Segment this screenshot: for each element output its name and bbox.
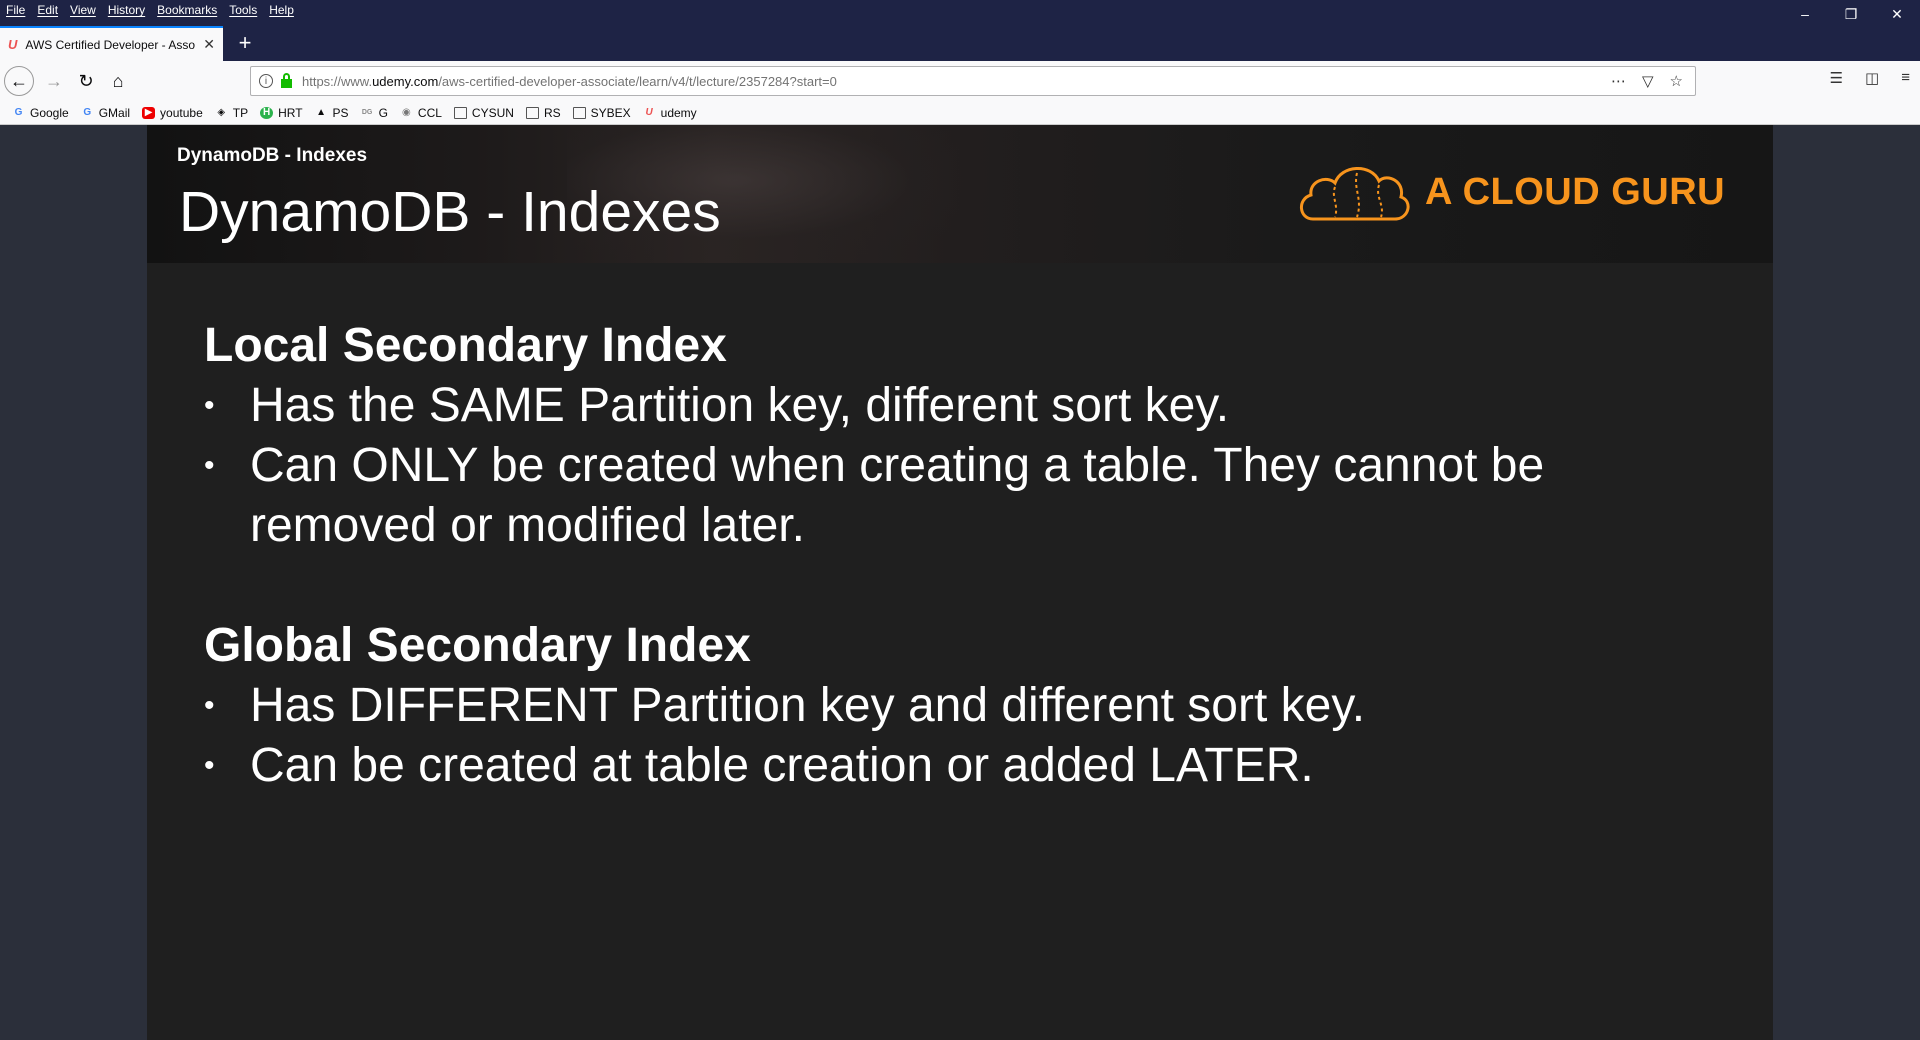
slide-title: DynamoDB - Indexes (179, 180, 721, 244)
url-domain: udemy.com (372, 73, 439, 89)
sidebar-icon[interactable]: ◫ (1865, 69, 1879, 87)
menu-history[interactable]: History (108, 3, 145, 17)
bullet-item: Has the SAME Partition key, different so… (204, 376, 1624, 436)
pocket-icon[interactable]: ▽ (1642, 72, 1654, 90)
bookmark-label: SYBEX (590, 105, 631, 120)
bookmark-rs[interactable]: RS (525, 105, 561, 120)
udemy-icon: U (645, 107, 653, 118)
slide-header: DynamoDB - Indexes DynamoDB - Indexes A … (147, 125, 1773, 263)
menu-help[interactable]: Help (269, 3, 294, 17)
g-icon: DG (361, 109, 373, 116)
bookmark-ps[interactable]: ▲ PS (315, 105, 349, 120)
lecture-title: DynamoDB - Indexes (177, 145, 368, 166)
menu-view[interactable]: View (70, 3, 96, 17)
tp-icon: ◈ (217, 107, 226, 118)
bookmarks-bar: G Google G GMail ▶ youtube ◈ TP H HRT ▲ PS DG G… (0, 101, 1920, 125)
ccl-icon: ◉ (402, 107, 411, 118)
home-button[interactable]: ⌂ (104, 67, 132, 95)
section-heading: Global Secondary Index (204, 619, 751, 672)
lock-icon (281, 72, 292, 88)
url-bar[interactable]: i https://www.udemy.com/aws-certified-de… (250, 66, 1696, 96)
bookmark-tp[interactable]: ◈ TP (215, 106, 248, 120)
google-icon: G (14, 107, 23, 118)
url-actions: ⋯ ▽ ☆ (1611, 72, 1683, 90)
bullet-item: Can ONLY be created when creating a tabl… (204, 436, 1624, 556)
menu-edit[interactable]: Edit (37, 3, 58, 17)
brand-text: A CLOUD GURU (1425, 170, 1726, 213)
url-prefix: https://www. (302, 73, 373, 89)
bullet-item: Can be created at table creation or adde… (204, 736, 1365, 796)
bookmark-label: G (378, 105, 388, 120)
brand-logo: A CLOUD GURU (1295, 159, 1725, 225)
video-slide[interactable]: DynamoDB - Indexes DynamoDB - Indexes A … (147, 125, 1773, 1040)
bookmark-sybex[interactable]: SYBEX (572, 105, 631, 120)
library-icon[interactable]: ☰ (1830, 69, 1843, 87)
tab-close-icon[interactable]: ✕ (203, 36, 215, 53)
folder-icon (525, 106, 539, 119)
menu-file[interactable]: File (6, 3, 25, 17)
bookmark-label: udemy (660, 105, 697, 120)
bookmark-google[interactable]: G Google (12, 106, 69, 120)
menu-list: File Edit View History Bookmarks Tools H… (6, 3, 294, 17)
bookmark-label: youtube (160, 105, 203, 120)
folder-icon (572, 106, 586, 119)
bookmark-label: HRT (278, 105, 303, 120)
hamburger-menu-icon[interactable]: ≡ (1901, 69, 1910, 87)
bookmark-label: GMail (98, 105, 131, 120)
page-content: DynamoDB - Indexes DynamoDB - Indexes A … (0, 125, 1920, 1040)
bookmark-cysun[interactable]: CYSUN (453, 105, 514, 120)
hrt-icon: H (260, 106, 274, 119)
section-heading: Local Secondary Index (204, 319, 727, 372)
more-actions-icon[interactable]: ⋯ (1611, 72, 1626, 90)
youtube-icon: ▶ (142, 106, 156, 119)
bookmark-hrt[interactable]: H HRT (260, 105, 303, 120)
tab-title: AWS Certified Developer - Asso (25, 37, 196, 52)
back-button[interactable]: ← (4, 66, 34, 96)
tab-active[interactable]: U AWS Certified Developer - Asso ✕ (0, 26, 223, 61)
bookmark-label: CYSUN (471, 105, 514, 120)
bullet-list: Has the SAME Partition key, different so… (204, 376, 1624, 556)
bullet-item: Has DIFFERENT Partition key and differen… (204, 676, 1365, 736)
reload-button[interactable]: ↻ (72, 67, 100, 95)
bookmark-label: CCL (417, 105, 442, 120)
bullet-list: Has DIFFERENT Partition key and differen… (204, 676, 1365, 796)
info-icon[interactable]: i (259, 74, 273, 88)
bookmark-g[interactable]: DG G (361, 106, 388, 120)
url-text[interactable]: https://www.udemy.com/aws-certified-deve… (302, 74, 1611, 89)
right-toolbar: ☰ ◫ ≡ (1830, 69, 1910, 87)
bookmark-star-icon[interactable]: ☆ (1670, 72, 1683, 90)
bookmark-label: Google (30, 105, 69, 120)
bookmark-youtube[interactable]: ▶ youtube (142, 106, 203, 120)
bookmark-label: TP (232, 105, 249, 120)
cloud-icon (1300, 167, 1410, 221)
section-local-secondary-index: Local Secondary Index Has the SAME Parti… (204, 316, 1624, 556)
bookmark-gmail[interactable]: G GMail (81, 106, 130, 120)
bookmark-label: RS (543, 105, 561, 120)
ps-icon: ▲ (316, 107, 326, 118)
tab-strip: U AWS Certified Developer - Asso ✕ + (0, 22, 1920, 61)
menu-bar: File Edit View History Bookmarks Tools H… (0, 0, 1920, 22)
menu-tools[interactable]: Tools (229, 3, 257, 17)
menu-bookmarks[interactable]: Bookmarks (157, 3, 217, 17)
bookmark-udemy[interactable]: Uudemy (643, 106, 697, 120)
url-path: /aws-certified-developer-associate/learn… (438, 73, 837, 89)
bookmark-ccl[interactable]: ◉ CCL (400, 106, 442, 120)
nav-toolbar: ← → ↻ ⌂ i https://www.udemy.com/aws-cert… (0, 61, 1920, 101)
bookmark-label: PS (332, 105, 349, 120)
forward-button[interactable]: → (40, 67, 68, 95)
section-global-secondary-index: Global Secondary Index Has DIFFERENT Par… (204, 616, 1365, 796)
folder-icon (453, 106, 467, 119)
new-tab-button[interactable]: + (230, 28, 260, 58)
google-icon: G (83, 107, 92, 118)
udemy-icon: U (8, 37, 18, 52)
